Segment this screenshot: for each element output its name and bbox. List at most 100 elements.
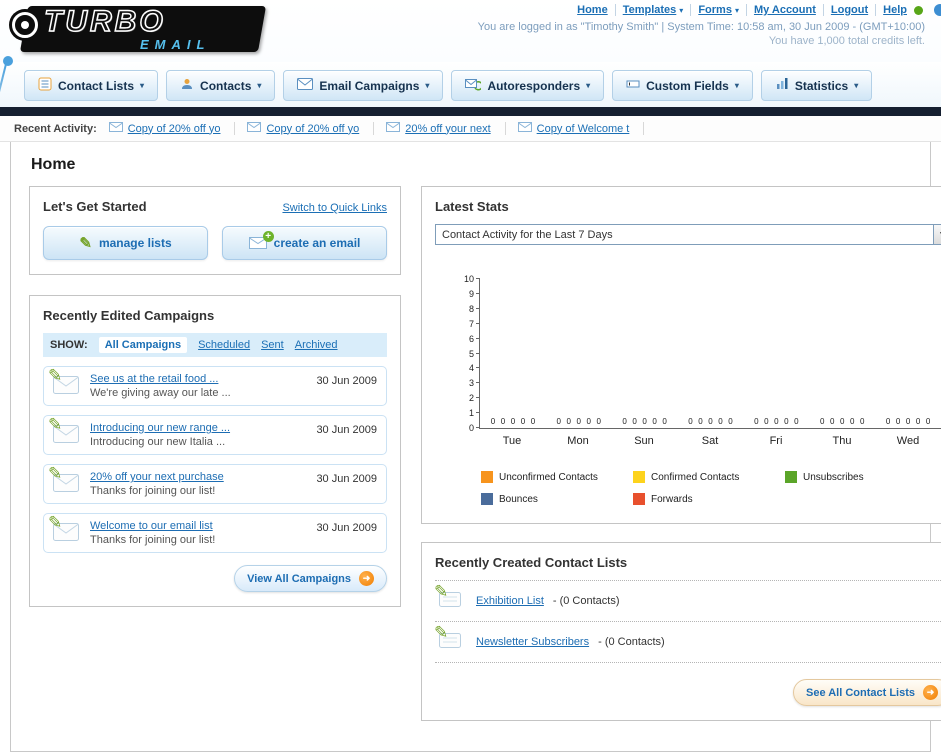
y-axis-tick-label: 0 [468,423,474,433]
switch-quick-links-link[interactable]: Switch to Quick Links [282,202,387,214]
y-axis-tick-mark [476,427,480,428]
recent-activity-item[interactable]: Copy of 20% off yo [108,122,236,135]
nav-underline-bar [0,107,941,116]
tab-email-campaigns[interactable]: Email Campaigns ▾ [283,70,444,101]
contact-list-name-link[interactable]: Newsletter Subscribers [476,636,589,648]
campaign-date: 30 Jun 2009 [316,522,377,534]
y-axis-tick-label: 7 [468,318,474,329]
y-axis-tick-mark [476,292,480,294]
arrow-right-icon: ➜ [359,571,374,586]
create-email-label: create an email [273,236,361,250]
y-axis-tick-label: 8 [468,303,474,314]
y-axis-tick-mark [476,412,480,414]
top-link-logout[interactable]: Logout [831,4,868,16]
contact-list-item[interactable]: ✎ Newsletter Subscribers - (0 Contacts) [434,622,941,663]
recent-activity-link[interactable]: Copy of 20% off yo [128,123,221,135]
campaign-subtitle: Introducing our new Italia ... [90,436,226,448]
stats-period-select[interactable]: Contact Activity for the Last 7 Days ▼ [435,224,941,245]
legend-swatch [633,471,645,483]
legend-swatch [633,493,645,505]
chart-bar-group: 00000 [809,279,875,428]
filter-scheduled[interactable]: Scheduled [198,339,250,351]
tab-statistics[interactable]: Statistics ▾ [760,70,873,101]
top-link-help[interactable]: Help [883,4,907,16]
pencil-icon: ✎ [434,623,449,642]
pencil-icon: ✎ [48,365,63,385]
tab-autoresponders[interactable]: Autoresponders ▾ [451,70,605,101]
tab-contacts[interactable]: Contacts ▾ [166,70,276,101]
y-axis-tick-label: 3 [468,378,474,389]
bar-value-label: 0 [754,417,759,426]
contact-list-name-link[interactable]: Exhibition List [476,595,544,607]
bar-value-label: 0 [576,417,581,426]
recently-edited-campaigns-panel: Recently Edited Campaigns SHOW: All Camp… [29,295,401,607]
chevron-down-icon: ▾ [734,81,739,90]
filter-archived[interactable]: Archived [295,339,338,351]
pencil-icon: ✎ [79,235,92,252]
campaign-title-link[interactable]: See us at the retail food ... [90,373,307,385]
campaign-subtitle: Thanks for joining our list! [90,485,216,497]
right-column: Latest Stats Contact Activity for the La… [421,186,941,721]
legend-item: Forwards [633,493,785,505]
campaign-subtitle: Thanks for joining our list! [90,534,216,546]
bar-value-label: 0 [632,417,637,426]
contact-list-item[interactable]: ✎ Exhibition List - (0 Contacts) [434,581,941,622]
app-logo[interactable]: TURBO EMAIL [10,4,268,56]
campaign-title-link[interactable]: Introducing our new range ... [90,422,307,434]
recent-activity-item[interactable]: Copy of 20% off yo [247,122,375,135]
left-column: Let's Get Started Switch to Quick Links … [29,186,401,607]
create-email-button[interactable]: + create an email [222,226,387,260]
recent-activity-link[interactable]: 20% off your next [405,123,490,135]
bar-value-label: 0 [895,417,901,426]
campaign-row[interactable]: ✎ 20% off your next purchase Thanks for … [43,464,387,504]
tab-contact-lists[interactable]: Contact Lists ▾ [24,70,159,101]
campaign-title-link[interactable]: Welcome to our email list [90,520,307,532]
bar-value-label: 0 [622,417,627,426]
tab-custom-fields[interactable]: Custom Fields ▾ [612,70,753,101]
recent-activity-link[interactable]: Copy of 20% off yo [266,123,359,135]
bar-value-label: 0 [662,417,667,426]
help-status-dot [914,5,923,15]
bar-value-label: 0 [859,417,865,426]
manage-lists-button[interactable]: ✎ manage lists [43,226,208,260]
top-link-my-account[interactable]: My Account [754,4,816,16]
tab-label: Email Campaigns [319,78,420,93]
campaigns-panel-title: Recently Edited Campaigns [43,308,215,323]
view-all-campaigns-button[interactable]: View All Campaigns ➜ [234,565,387,592]
list-edit-icon: ✎ [434,623,467,651]
see-all-contact-lists-button[interactable]: See All Contact Lists ➜ [792,679,941,706]
pencil-icon: ✎ [48,512,63,532]
campaign-title-link[interactable]: 20% off your next purchase [90,471,307,483]
y-axis-tick-mark [476,337,480,339]
filter-sent[interactable]: Sent [261,339,284,351]
chart-bar-group: 00000 [612,279,678,428]
contact-lists-icon [38,77,52,94]
bar-value-label: 0 [520,417,526,426]
y-axis-tick-label: 10 [463,274,474,284]
recent-activity-link[interactable]: Copy of Welcome t [537,123,630,135]
legend-swatch [785,471,797,483]
y-axis-tick-mark [476,352,480,354]
chart-bar-group: 00000 [743,279,809,428]
campaign-row[interactable]: ✎ Welcome to our email list Thanks for j… [43,513,387,553]
recent-activity-item[interactable]: Copy of Welcome t [517,122,645,135]
legend-label: Bounces [499,493,538,505]
bar-value-label: 0 [718,417,723,426]
recent-activity-item[interactable]: 20% off your next [386,122,506,135]
envelope-icon [247,122,262,135]
recent-activity-label: Recent Activity: [14,122,97,135]
top-link-home[interactable]: Home [577,4,608,16]
campaign-row[interactable]: ✎ Introducing our new range ... Introduc… [43,415,387,455]
y-axis-tick-mark [476,397,480,399]
tab-label: Custom Fields [646,78,729,93]
top-link-templates[interactable]: Templates [623,4,677,16]
filter-all-campaigns[interactable]: All Campaigns [98,337,188,353]
x-axis-category-label: Sat [701,435,719,447]
chart-legend: Unconfirmed Contacts Confirmed Contacts Un… [481,471,941,505]
chart-bar-group: 00000 [678,279,744,428]
logo-text-email: EMAIL [140,37,211,52]
legend-item: Bounces [481,493,633,505]
top-link-forms[interactable]: Forms [698,4,732,16]
campaign-row[interactable]: ✎ See us at the retail food ... We're gi… [43,366,387,406]
statistics-icon [775,77,789,94]
